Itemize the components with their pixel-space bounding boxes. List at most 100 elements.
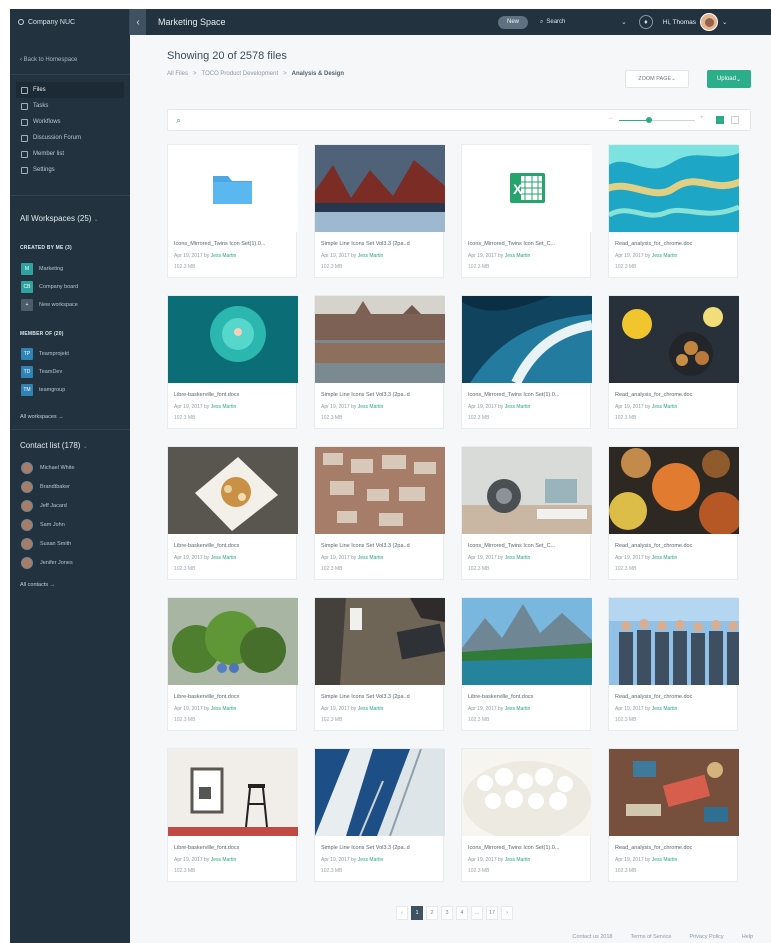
folder-icon[interactable] bbox=[168, 145, 298, 232]
file-name[interactable]: Libre-baskerville_font.docx bbox=[174, 694, 292, 700]
sidebar-item-files[interactable]: Files bbox=[16, 82, 124, 98]
sidebar-item-settings[interactable]: Settings bbox=[16, 162, 124, 178]
file-thumbnail[interactable] bbox=[609, 598, 739, 685]
file-name[interactable]: Simple Line Icons Set Vol3.3 (2pa..d bbox=[321, 241, 439, 247]
all-workspaces-link[interactable]: All workspaces → bbox=[20, 414, 64, 420]
file-thumbnail[interactable] bbox=[609, 296, 739, 383]
company-switcher[interactable]: Company NUC bbox=[10, 9, 130, 35]
file-name[interactable]: Libre-baskerville_font.docx bbox=[174, 392, 292, 398]
footer-link[interactable]: Help bbox=[742, 934, 753, 940]
file-name[interactable]: Libre-baskerville_font.docx bbox=[174, 845, 292, 851]
contact-item[interactable]: Jeff Jacard bbox=[21, 500, 67, 512]
file-author[interactable]: Jess Martin bbox=[652, 706, 678, 712]
file-name[interactable]: Libre-baskerville_font.docx bbox=[468, 694, 586, 700]
list-view-icon[interactable] bbox=[731, 116, 739, 124]
file-card[interactable]: Libre-baskerville_font.docx Apr 19, 2017 … bbox=[167, 295, 298, 429]
workspace-item[interactable]: M Marketing bbox=[21, 263, 63, 275]
file-author[interactable]: Jess Martin bbox=[652, 857, 678, 863]
breadcrumb-item[interactable]: TOCO Product Development bbox=[202, 71, 279, 77]
search-icon[interactable]: ⌕ bbox=[176, 115, 181, 126]
chevron-down-icon[interactable]: ⌄ bbox=[621, 18, 627, 26]
file-thumbnail[interactable] bbox=[315, 296, 445, 383]
contact-item[interactable]: Jenifer Jones bbox=[21, 557, 73, 569]
workspace-item[interactable]: CB Company board bbox=[21, 281, 78, 293]
page-button[interactable]: 2 bbox=[426, 906, 438, 920]
footer-link[interactable]: Terms of Service bbox=[630, 934, 671, 940]
file-thumbnail[interactable] bbox=[168, 296, 298, 383]
breadcrumb-item[interactable]: Analysis & Design bbox=[292, 71, 344, 77]
file-name[interactable]: Simple Line Icons Set Vol3.3 (2pa..d bbox=[321, 694, 439, 700]
back-to-homespace-link[interactable]: ‹ Back to Homespace bbox=[20, 57, 77, 63]
file-name[interactable]: Read_analysis_for_chrome.doc bbox=[615, 543, 733, 549]
search-box[interactable]: ⌕ Search bbox=[540, 16, 617, 29]
file-card[interactable]: Icons_Mirrored_Twins Icon Set_C... Apr 19… bbox=[461, 446, 592, 580]
file-author[interactable]: Jess Martin bbox=[211, 857, 237, 863]
file-author[interactable]: Jess Martin bbox=[358, 555, 384, 561]
file-name[interactable]: Simple Line Icons Set Vol3.3 (2pa..d bbox=[321, 543, 439, 549]
file-name[interactable]: Simple Line Icons Set Vol3.3 (2pa..d bbox=[321, 845, 439, 851]
excel-file-icon[interactable]: X bbox=[462, 145, 592, 232]
file-author[interactable]: Jess Martin bbox=[652, 253, 678, 259]
sort-dropdown[interactable]: ZOOM PAGE ⌄ bbox=[625, 70, 689, 88]
file-name[interactable]: Icons_Mirrored_Twins Icon Set(1).0... bbox=[174, 241, 292, 247]
file-thumbnail[interactable] bbox=[609, 145, 739, 232]
file-card[interactable]: Icons_Mirrored_Twins Icon Set(1).0... Apr… bbox=[461, 748, 592, 882]
file-author[interactable]: Jess Martin bbox=[652, 404, 678, 410]
user-menu[interactable]: Hi, Thomas ⌄ bbox=[663, 13, 727, 31]
breadcrumb-item[interactable]: All Files bbox=[167, 71, 188, 77]
file-card[interactable]: Read_analysis_for_chrome.doc Apr 19, 2017… bbox=[608, 597, 739, 731]
zoom-in-icon[interactable]: + bbox=[700, 115, 704, 121]
file-card[interactable]: Simple Line Icons Set Vol3.3 (2pa..d Apr … bbox=[314, 748, 445, 882]
file-thumbnail[interactable] bbox=[315, 598, 445, 685]
file-name[interactable]: Icons_Mirrored_Twins Icon Set_C... bbox=[468, 543, 586, 549]
zoom-out-icon[interactable]: − bbox=[609, 116, 613, 122]
contact-item[interactable]: Brandtbaker bbox=[21, 481, 70, 493]
page-button[interactable]: 4 bbox=[456, 906, 468, 920]
file-author[interactable]: Jess Martin bbox=[505, 253, 531, 259]
file-author[interactable]: Jess Martin bbox=[505, 706, 531, 712]
file-author[interactable]: Jess Martin bbox=[211, 555, 237, 561]
file-author[interactable]: Jess Martin bbox=[505, 555, 531, 561]
file-name[interactable]: Icons_Mirrored_Twins Icon Set(1).0... bbox=[468, 392, 586, 398]
workspace-item[interactable]: + New workspace bbox=[21, 299, 78, 311]
file-name[interactable]: Read_analysis_for_chrome.doc bbox=[615, 392, 733, 398]
page-button[interactable]: 1 bbox=[411, 906, 423, 920]
file-name[interactable]: Read_analysis_for_chrome.doc bbox=[615, 845, 733, 851]
file-card[interactable]: Read_analysis_for_chrome.doc Apr 19, 2017… bbox=[608, 144, 739, 278]
footer-link[interactable]: Contact us 2018 bbox=[572, 934, 612, 940]
file-card[interactable]: Icons_Mirrored_Twins Icon Set(1).0... Apr… bbox=[167, 144, 298, 278]
file-card[interactable]: Libre-baskerville_font.docx Apr 19, 2017 … bbox=[167, 446, 298, 580]
workspace-item[interactable]: TM teamgroup bbox=[21, 384, 65, 396]
file-author[interactable]: Jess Martin bbox=[652, 555, 678, 561]
footer-link[interactable]: Privacy Policy bbox=[689, 934, 723, 940]
file-thumbnail[interactable] bbox=[315, 749, 445, 836]
file-name[interactable]: Read_analysis_for_chrome.doc bbox=[615, 694, 733, 700]
file-card[interactable]: X Icons_Mirrored_Twins Icon Set_C... Apr 1… bbox=[461, 144, 592, 278]
file-thumbnail[interactable] bbox=[168, 447, 298, 534]
file-card[interactable]: Simple Line Icons Set Vol3.3 (2pa..d Apr … bbox=[314, 446, 445, 580]
contact-item[interactable]: Michael White bbox=[21, 462, 75, 474]
workspace-item[interactable]: TD TeamDev bbox=[21, 366, 62, 378]
page-button[interactable]: 17 bbox=[486, 906, 498, 920]
contact-item[interactable]: Sam John bbox=[21, 519, 65, 531]
sidebar-item-discussion-forum[interactable]: Discussion Forum bbox=[16, 130, 124, 146]
file-name[interactable]: Simple Line Icons Set Vol3.3 (2pa..d bbox=[321, 392, 439, 398]
file-thumbnail[interactable] bbox=[609, 749, 739, 836]
zoom-slider[interactable] bbox=[619, 117, 695, 123]
file-card[interactable]: Simple Line Icons Set Vol3.3 (2pa..d Apr … bbox=[314, 144, 445, 278]
file-thumbnail[interactable] bbox=[462, 296, 592, 383]
file-card[interactable]: Read_analysis_for_chrome.doc Apr 19, 2017… bbox=[608, 748, 739, 882]
file-author[interactable]: Jess Martin bbox=[358, 706, 384, 712]
file-card[interactable]: Read_analysis_for_chrome.doc Apr 19, 2017… bbox=[608, 446, 739, 580]
file-name[interactable]: Libre-baskerville_font.docx bbox=[174, 543, 292, 549]
file-author[interactable]: Jess Martin bbox=[358, 404, 384, 410]
file-thumbnail[interactable] bbox=[168, 598, 298, 685]
contact-item[interactable]: Susan Smith bbox=[21, 538, 71, 550]
file-thumbnail[interactable] bbox=[315, 145, 445, 232]
all-contacts-link[interactable]: All contacts → bbox=[20, 582, 55, 588]
sidebar-item-tasks[interactable]: Tasks bbox=[16, 98, 124, 114]
contacts-title[interactable]: Contact list (178) ⌄ bbox=[20, 441, 88, 450]
sidebar-item-workflows[interactable]: Workflows bbox=[16, 114, 124, 130]
file-card[interactable]: Libre-baskerville_font.docx Apr 19, 2017 … bbox=[167, 748, 298, 882]
file-thumbnail[interactable] bbox=[168, 749, 298, 836]
